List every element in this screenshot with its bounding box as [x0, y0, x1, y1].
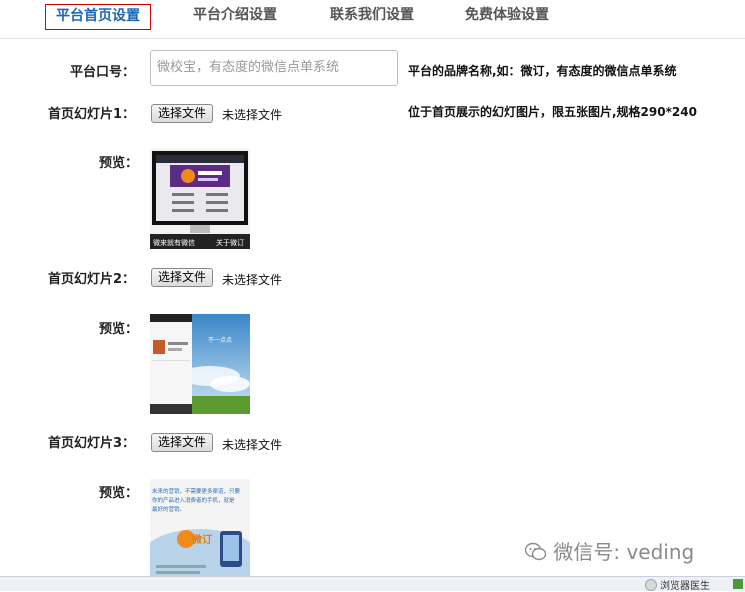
slide1-label: 首页幻灯片1： — [48, 107, 136, 122]
watermark-text: 微信号: veding — [553, 540, 695, 564]
slogan-hint: 平台的品牌名称,如：微订，有态度的微信点单系统 — [408, 64, 677, 78]
wechat-icon — [524, 542, 547, 561]
tab-intro-settings[interactable]: 平台介绍设置 — [193, 4, 277, 30]
slide1-choose-file-button[interactable]: 选择文件 — [151, 104, 214, 123]
slide2-label: 首页幻灯片2： — [48, 272, 136, 287]
slide3-file-status: 未选择文件 — [222, 438, 283, 452]
slide3-preview-image: 未来的营销，不需要更多渠道，只要 你的产品进入消费者的手机，就是 最好的营销。 … — [150, 479, 250, 579]
browser-statusbar: 浏览器医生 — [0, 576, 745, 592]
wechat-watermark: 微信号: veding — [524, 536, 695, 565]
slide2-preview-image: 不一点点 — [150, 314, 250, 414]
tab-home-settings[interactable]: 平台首页设置 — [45, 4, 151, 30]
slide1-preview-label: 预览： — [99, 156, 139, 171]
slide2-choose-file-button[interactable]: 选择文件 — [151, 268, 214, 287]
slide3-text-line1: 未来的营销，不需要更多渠道，只要 — [152, 487, 241, 495]
tab-trial-settings[interactable]: 免费体验设置 — [465, 4, 549, 30]
slide3-label: 首页幻灯片3： — [48, 436, 136, 451]
slide3-choose-file-button[interactable]: 选择文件 — [151, 433, 214, 452]
slide2-caption: 不一点点 — [208, 336, 232, 344]
slide1-caption-right: 关于微订 — [216, 238, 244, 247]
settings-tabbar: 平台首页设置 平台介绍设置 联系我们设置 免费体验设置 — [0, 0, 745, 39]
slide3-text-line3: 最好的营销。 — [152, 505, 185, 513]
slogan-label: 平台口号： — [70, 65, 136, 80]
slide1-preview-image: 微来就有微信 关于微订 — [150, 149, 250, 249]
slide2-file-status: 未选择文件 — [222, 273, 283, 287]
slide1-hint: 位于首页展示的幻灯图片，限五张图片,规格290*240 — [408, 105, 697, 119]
browser-doctor-icon[interactable] — [645, 579, 657, 591]
slide3-logo-text: 微订 — [191, 533, 212, 546]
status-indicator-icon — [733, 579, 743, 589]
slogan-input[interactable]: 微校宝，有态度的微信点单系统 — [150, 50, 398, 86]
slide3-text-line2: 你的产品进入消费者的手机，就是 — [152, 496, 235, 504]
slide1-caption-left: 微来就有微信 — [153, 238, 195, 247]
tab-contact-settings[interactable]: 联系我们设置 — [330, 4, 414, 30]
slide1-file-status: 未选择文件 — [222, 108, 283, 122]
slide3-preview-label: 预览： — [99, 486, 139, 501]
slide2-preview-label: 预览： — [99, 322, 139, 337]
